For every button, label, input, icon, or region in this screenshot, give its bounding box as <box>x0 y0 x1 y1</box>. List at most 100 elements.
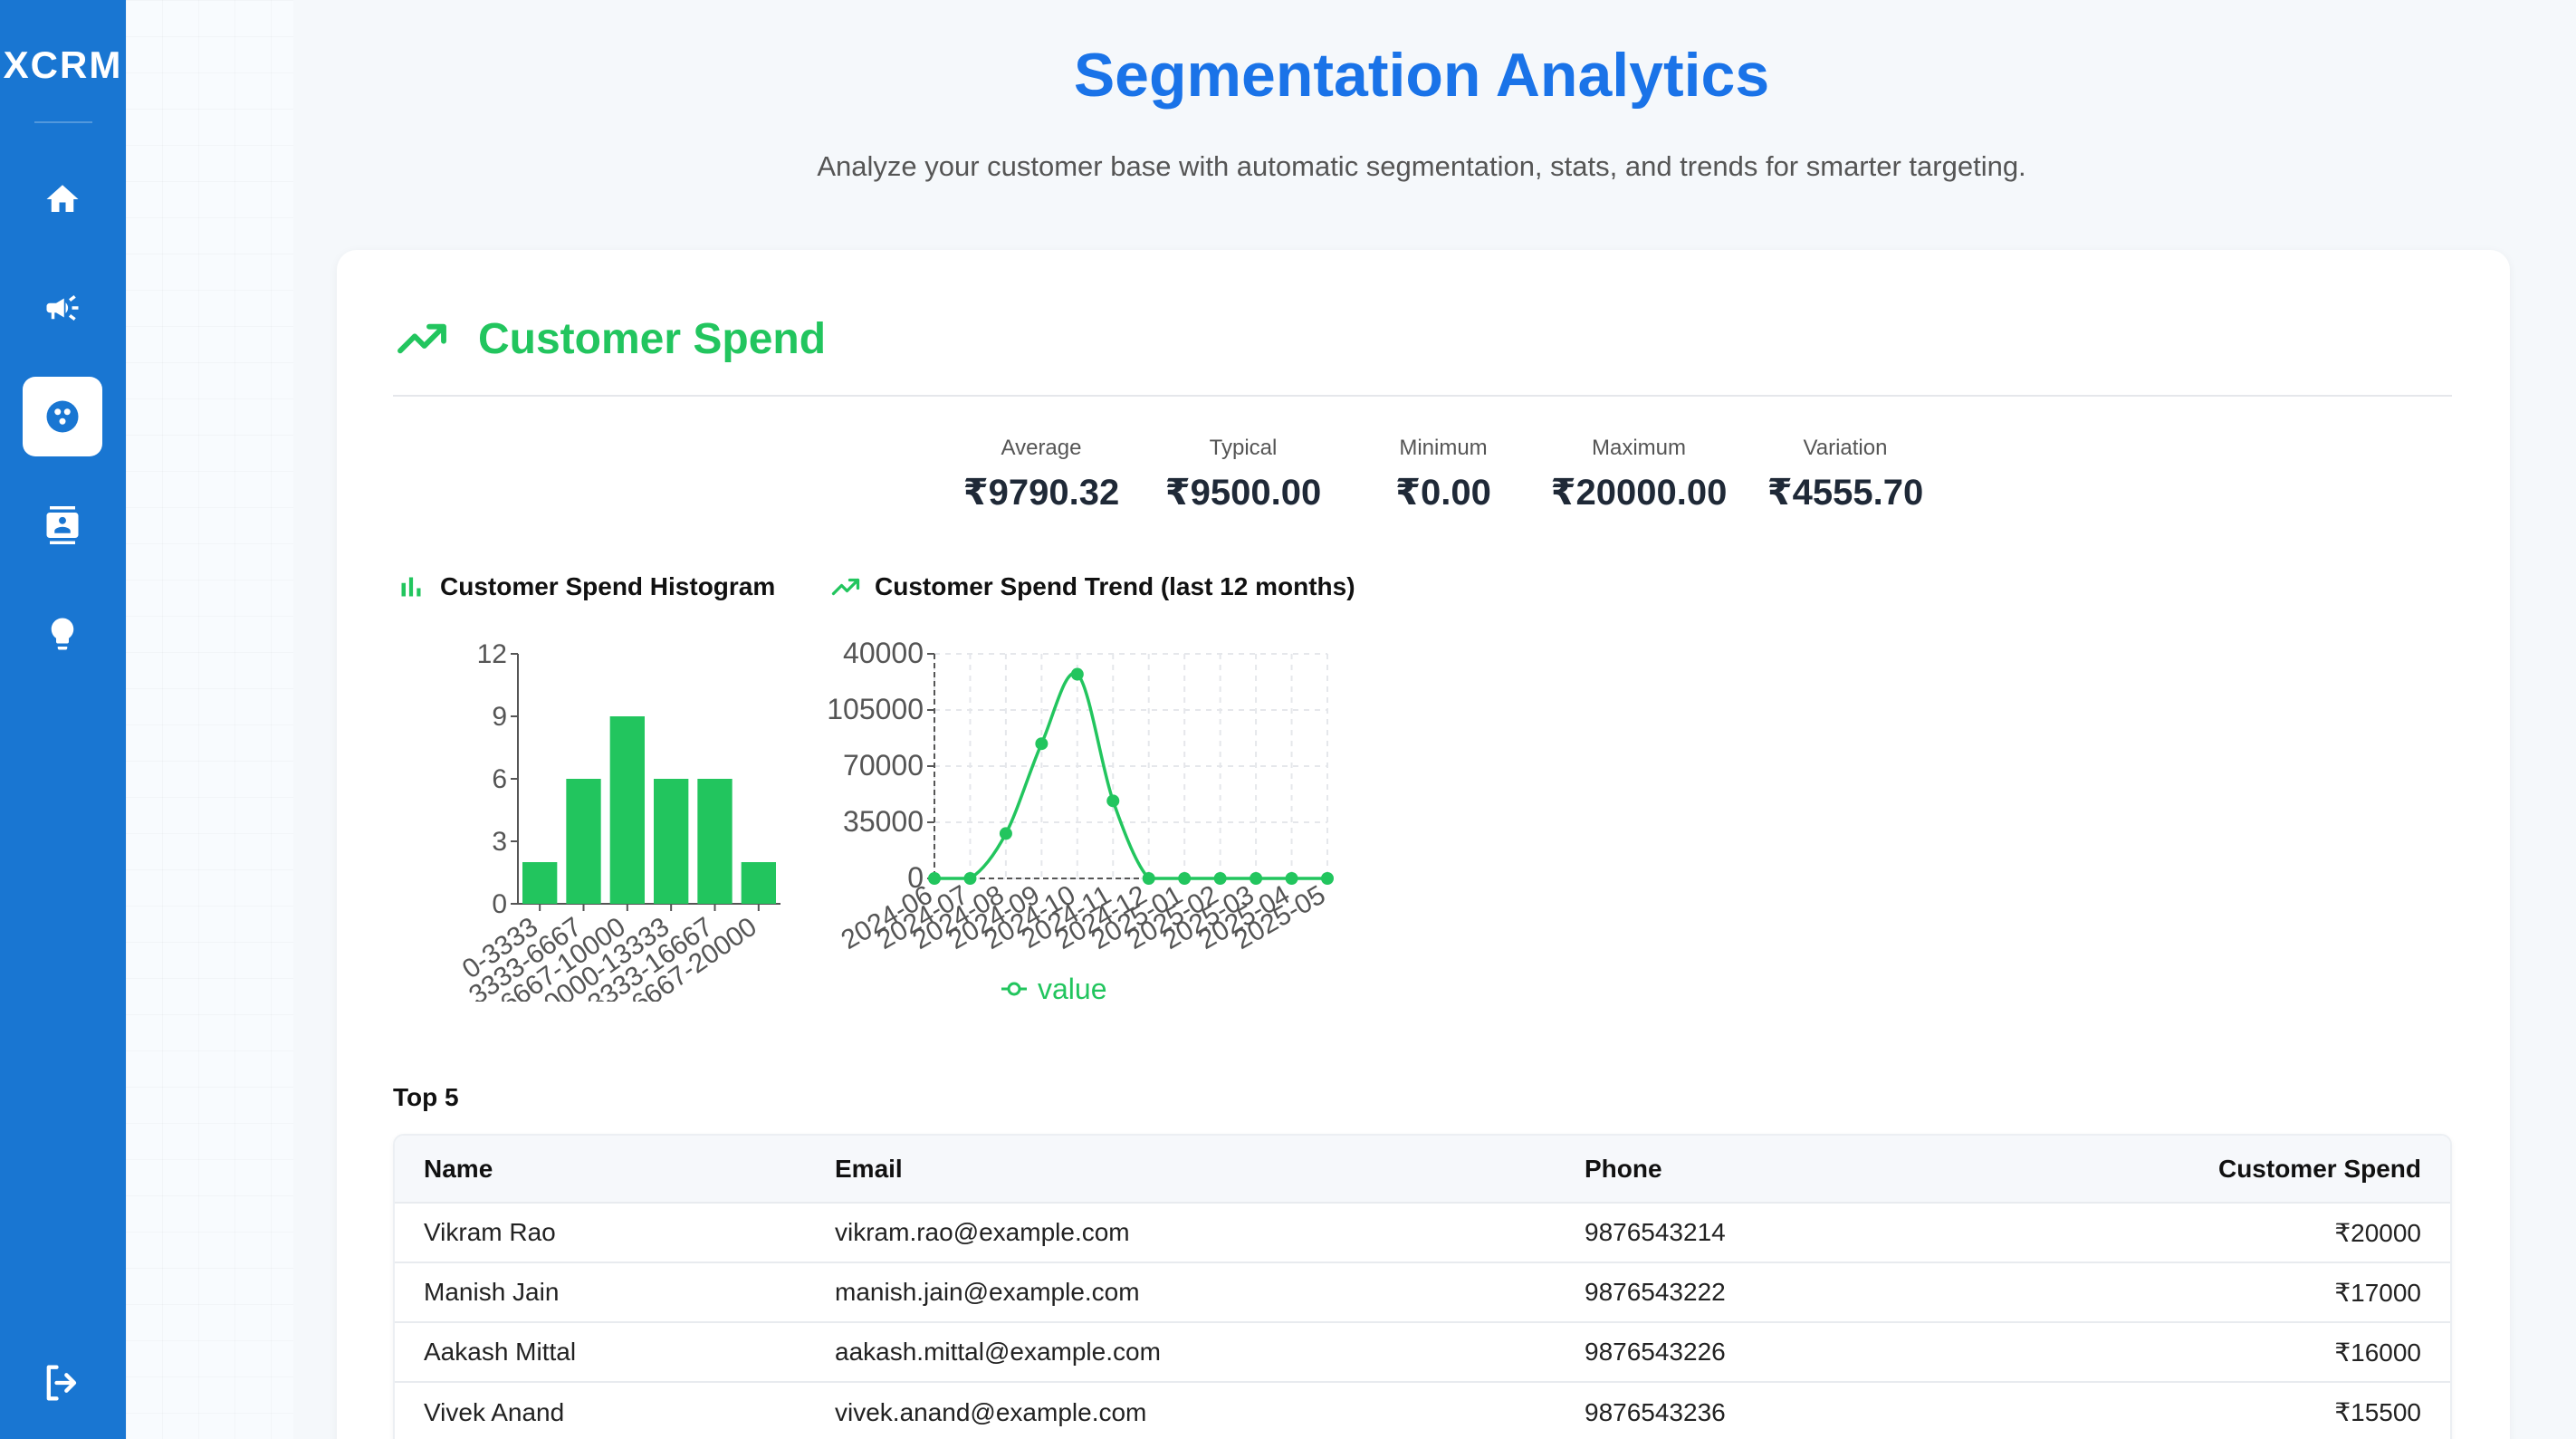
grid-background <box>126 0 293 1439</box>
cell-phone: 9876543214 <box>1556 1202 2008 1262</box>
nav-campaigns[interactable] <box>23 268 102 348</box>
trend-chart: 03500070000105000400002024-062024-072024… <box>828 637 1334 1002</box>
data-point <box>963 872 977 885</box>
card-header: Customer Spend <box>393 310 826 368</box>
cell-spend: ₹16000 <box>2008 1321 2450 1382</box>
y-tick-label: 40000 <box>843 637 924 669</box>
stat-typical: Typical ₹9500.00 <box>1139 436 1347 513</box>
stat-value: ₹4555.70 <box>1767 473 1924 513</box>
page-subtitle: Analyze your customer base with automati… <box>817 150 2026 182</box>
column-header-phone[interactable]: Phone <box>1556 1136 2008 1203</box>
logout-icon <box>46 1365 77 1401</box>
stat-label: Typical <box>1209 436 1278 460</box>
stat-variation: Variation ₹4555.70 <box>1737 436 1954 513</box>
histogram-bar <box>566 779 601 904</box>
legend-marker <box>1007 982 1021 996</box>
cell-email: vikram.rao@example.com <box>806 1202 1556 1262</box>
brand-logo: XCRM <box>3 43 123 86</box>
histogram-chart: 0369120-33333333-66676667-1000010000-133… <box>457 639 780 1002</box>
cell-email: aakash.mittal@example.com <box>806 1321 1556 1382</box>
histogram-bar <box>741 862 776 904</box>
histogram-header: Customer Spend Histogram <box>395 571 775 603</box>
y-tick-label: 0 <box>492 889 507 919</box>
section-divider <box>393 395 2452 397</box>
column-header-spend[interactable]: Customer Spend <box>2008 1136 2450 1203</box>
table-row[interactable]: Aakash Mittal aakash.mittal@example.com … <box>395 1321 2450 1382</box>
section-title: Customer Spend <box>478 314 827 363</box>
column-header-email[interactable]: Email <box>806 1136 1556 1203</box>
cell-phone: 9876543226 <box>1556 1321 2008 1382</box>
y-tick-label: 3 <box>492 827 507 857</box>
stat-value: ₹9790.32 <box>962 473 1120 513</box>
cell-phone: 9876543236 <box>1556 1381 2008 1439</box>
cell-name: Vivek Anand <box>395 1381 806 1439</box>
stat-average: Average ₹9790.32 <box>951 436 1132 513</box>
data-point <box>1285 872 1298 885</box>
customer-spend-card: Customer Spend Average ₹9790.32 Typical … <box>337 250 2510 1439</box>
trend-header: Customer Spend Trend (last 12 months) <box>829 571 1355 603</box>
megaphone-icon <box>46 295 79 321</box>
stat-value: ₹20000.00 <box>1550 473 1728 513</box>
table-row[interactable]: Manish Jain manish.jain@example.com 9876… <box>395 1262 2450 1322</box>
histogram-bar <box>697 779 733 904</box>
table-header-row: Name Email Phone Customer Spend <box>395 1136 2450 1203</box>
cell-spend: ₹15500 <box>2008 1381 2450 1439</box>
cell-phone: 9876543222 <box>1556 1262 2008 1322</box>
y-tick-label: 6 <box>492 764 507 794</box>
cell-name: Vikram Rao <box>395 1202 806 1262</box>
cell-email: manish.jain@example.com <box>806 1262 1556 1322</box>
data-point <box>1213 872 1227 885</box>
trending-up-icon <box>397 323 446 354</box>
histogram-title: Customer Spend Histogram <box>440 572 776 600</box>
contacts-icon <box>46 506 79 544</box>
logout-button[interactable] <box>39 1359 86 1406</box>
column-header-name[interactable]: Name <box>395 1136 806 1203</box>
stat-label: Variation <box>1803 436 1888 460</box>
top-list-label: Top 5 <box>393 1083 459 1111</box>
page-title: Segmentation Analytics <box>1073 41 1770 110</box>
table-row[interactable]: Vikram Rao vikram.rao@example.com 987654… <box>395 1202 2450 1262</box>
data-point <box>999 827 1012 840</box>
top-customers-table: Name Email Phone Customer Spend Vikram R… <box>393 1134 2452 1439</box>
data-point <box>1250 872 1263 885</box>
cell-spend: ₹20000 <box>2008 1202 2450 1262</box>
table-row[interactable]: Vivek Anand vivek.anand@example.com 9876… <box>395 1381 2450 1439</box>
nav-home[interactable] <box>23 159 102 239</box>
lightbulb-icon <box>51 618 74 650</box>
stat-label: Maximum <box>1591 436 1686 460</box>
histogram-bar <box>654 779 689 904</box>
cell-name: Manish Jain <box>395 1262 806 1322</box>
nav-contacts[interactable] <box>23 485 102 565</box>
stat-label: Minimum <box>1399 436 1488 460</box>
stat-minimum: Minimum ₹0.00 <box>1348 436 1538 513</box>
stat-value: ₹0.00 <box>1395 473 1491 513</box>
nav-insights[interactable] <box>23 594 102 674</box>
y-tick-label: 9 <box>492 702 507 732</box>
nav-segments[interactable] <box>23 377 102 456</box>
stat-value: ₹9500.00 <box>1164 473 1322 513</box>
data-point <box>1321 872 1334 885</box>
data-point <box>1035 737 1049 751</box>
cell-email: vivek.anand@example.com <box>806 1381 1556 1439</box>
histogram-bar <box>609 716 645 904</box>
data-point <box>1070 667 1084 681</box>
data-point <box>928 872 941 885</box>
segments-icon <box>46 400 79 433</box>
y-tick-label: 12 <box>477 639 507 669</box>
series-line-value <box>934 671 1327 880</box>
bar-chart-icon <box>401 577 421 597</box>
sidebar-nav <box>23 159 102 674</box>
stat-maximum: Maximum ₹20000.00 <box>1517 436 1761 513</box>
stat-label: Average <box>1001 436 1082 460</box>
trend-title: Customer Spend Trend (last 12 months) <box>875 572 1355 600</box>
y-tick-label: 35000 <box>843 805 924 838</box>
data-point <box>1106 794 1120 808</box>
legend-label: value <box>1038 973 1107 1002</box>
histogram-bar <box>522 862 558 904</box>
cell-spend: ₹17000 <box>2008 1262 2450 1322</box>
y-tick-label: 70000 <box>843 749 924 782</box>
trending-up-icon <box>831 578 860 596</box>
data-point <box>1142 872 1155 885</box>
y-tick-label: 105000 <box>828 693 924 725</box>
cell-name: Aakash Mittal <box>395 1321 806 1382</box>
